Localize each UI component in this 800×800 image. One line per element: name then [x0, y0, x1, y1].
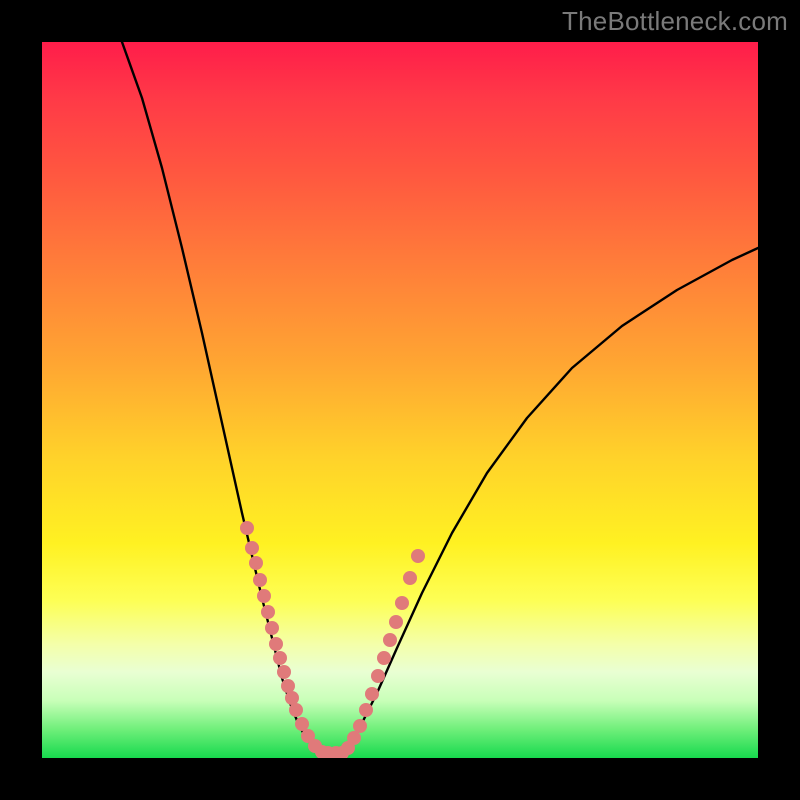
dot	[295, 717, 309, 731]
dot	[377, 651, 391, 665]
curve-dots	[240, 521, 425, 758]
dot	[257, 589, 271, 603]
dot	[277, 665, 291, 679]
watermark-label: TheBottleneck.com	[562, 6, 788, 37]
dot	[265, 621, 279, 635]
dot	[269, 637, 283, 651]
dot	[411, 549, 425, 563]
chart-stage: TheBottleneck.com	[0, 0, 800, 800]
dot	[273, 651, 287, 665]
dot	[359, 703, 373, 717]
dot	[261, 605, 275, 619]
dot	[240, 521, 254, 535]
plot-area	[42, 42, 758, 758]
dot	[403, 571, 417, 585]
dot	[389, 615, 403, 629]
dot	[289, 703, 303, 717]
dot	[253, 573, 267, 587]
dot	[285, 691, 299, 705]
dot	[347, 731, 361, 745]
dot	[249, 556, 263, 570]
dot	[371, 669, 385, 683]
series-left-branch	[122, 42, 322, 753]
dot	[245, 541, 259, 555]
dot	[383, 633, 397, 647]
series-right-branch	[342, 248, 758, 753]
dot	[395, 596, 409, 610]
curve-layer	[42, 42, 758, 758]
dot	[281, 679, 295, 693]
dot	[353, 719, 367, 733]
bottleneck-curve	[122, 42, 758, 755]
dot	[365, 687, 379, 701]
